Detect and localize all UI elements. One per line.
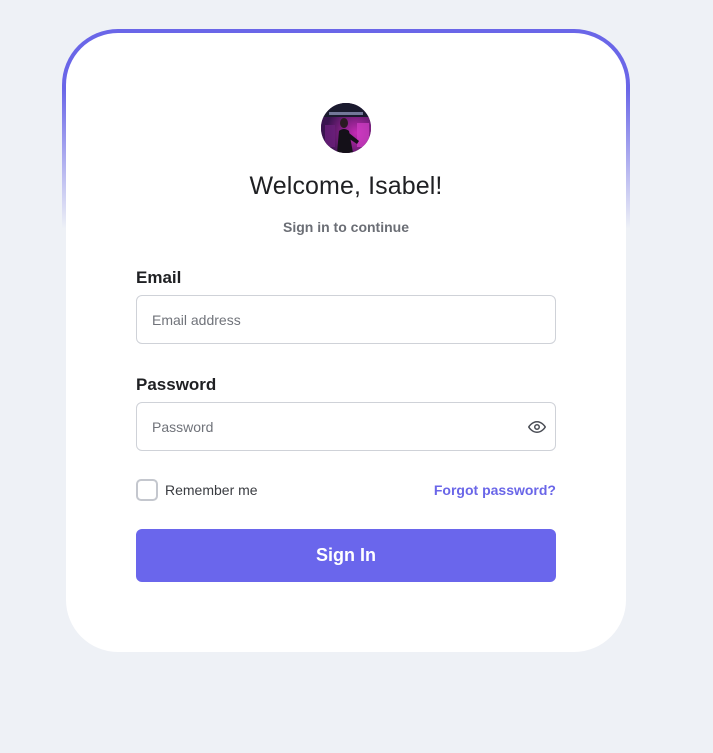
remember-me-checkbox[interactable] [136, 479, 158, 501]
email-input[interactable] [137, 296, 555, 343]
password-field-wrapper [136, 402, 556, 451]
remember-me-toggle[interactable]: Remember me [136, 479, 258, 501]
page-subtitle: Sign in to continue [283, 219, 409, 235]
email-label: Email [136, 268, 182, 287]
eye-icon[interactable] [528, 418, 546, 436]
sign-in-button[interactable]: Sign In [136, 529, 556, 582]
avatar [321, 103, 371, 153]
page-title: Welcome, Isabel! [249, 172, 443, 200]
remember-me-label: Remember me [165, 482, 258, 498]
password-label: Password [136, 375, 217, 394]
forgot-password-link[interactable]: Forgot password? [434, 482, 556, 498]
password-input[interactable] [137, 403, 555, 450]
email-field-wrapper [136, 295, 556, 344]
